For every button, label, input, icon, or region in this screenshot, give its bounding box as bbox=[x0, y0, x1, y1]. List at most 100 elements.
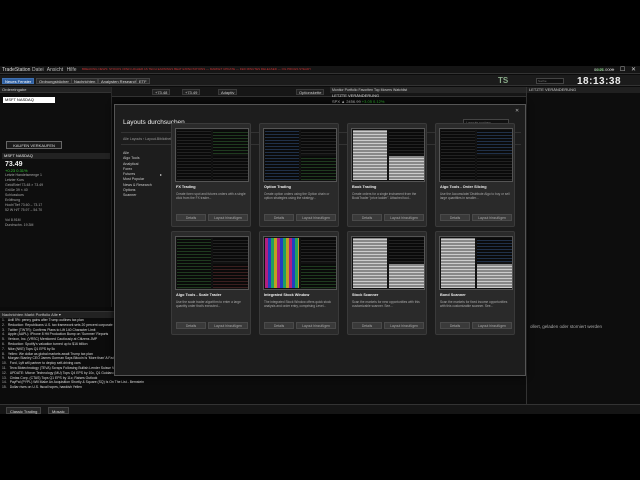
close-icon[interactable]: ✕ bbox=[515, 108, 519, 114]
layout-card-bond-scanner[interactable]: Bond Scanner Scan the markets for fixed i… bbox=[435, 231, 515, 335]
news-headline: Apple (AAPL): iPhone 8 Hit Production Bu… bbox=[7, 332, 109, 337]
layout-title: Algo Tools - Scale Trader bbox=[176, 293, 222, 297]
add-layout-button[interactable]: Layout hinzufügen bbox=[208, 322, 248, 329]
news-item-index: 1. bbox=[2, 318, 5, 322]
news-ticker: BREAKING NEWS: STOCKS OPEN HIGHER AS TEC… bbox=[82, 67, 312, 71]
new-window-button[interactable]: Neues Fenster bbox=[2, 78, 35, 84]
news-item-index: 10. bbox=[2, 361, 7, 366]
layout-title: Book Trading bbox=[352, 185, 377, 189]
right-panel-header: LETZTE VERÄNDERUNG bbox=[527, 87, 640, 93]
news-headline: Verizon, Inc. (VRSC) Mentioned Cautiousl… bbox=[7, 337, 98, 342]
news-item-index: 7. bbox=[2, 346, 5, 351]
layout-thumbnail bbox=[175, 236, 249, 290]
add-layout-button[interactable]: Layout hinzufügen bbox=[296, 214, 336, 221]
layout-tabs: Classic Trading Mosaic bbox=[0, 404, 640, 414]
category-label: Alle bbox=[123, 151, 129, 155]
bid-chip[interactable]: +73.48 bbox=[152, 89, 171, 95]
etf-button[interactable]: ETF bbox=[136, 78, 150, 84]
quote-row: Durchschn. 19.3M bbox=[5, 223, 34, 227]
browse-layouts-dialog: Layouts durchsuchen Layouts suchen ✕ All… bbox=[114, 104, 526, 376]
adaptive-dropdown[interactable]: Adaptiv bbox=[218, 89, 238, 95]
title-bar: TradeStation Datei Ansicht Hilfe BREAKIN… bbox=[0, 66, 640, 74]
trading-workstation: TradeStation Datei Ansicht Hilfe BREAKIN… bbox=[0, 66, 640, 414]
details-button[interactable]: Details bbox=[352, 214, 382, 221]
layout-description: Scan the markets for new opportunities w… bbox=[352, 300, 420, 309]
category-label: News & Research bbox=[123, 182, 152, 187]
orders-info-text: ollert, geladen oder storniert werden bbox=[530, 324, 603, 329]
layout-card-algo-tools-order-slicing[interactable]: Algo Tools - Order Slicing Use the Accumu… bbox=[435, 123, 515, 227]
details-button[interactable]: Details bbox=[264, 214, 294, 221]
layout-card-integrated-stock-window[interactable]: Integrated Stock Window The integrated St… bbox=[259, 231, 339, 335]
ask-chip[interactable]: +73.49 bbox=[182, 89, 201, 95]
quote-panel: MSFT NASDAQ 73.49 +0.23 0.31% Letzte Han… bbox=[2, 153, 110, 228]
layout-card-book-trading[interactable]: Book Trading Create orders for a single i… bbox=[347, 123, 427, 227]
news-item-index: 13. bbox=[2, 375, 7, 380]
layout-card-algo-tools-scale-trader[interactable]: Algo Tools - Scale Trader Use the scale t… bbox=[171, 231, 251, 335]
news-headline: Nike (NKE) Tops Q1 EPS by 5c bbox=[7, 346, 56, 351]
news-item-index: 2. bbox=[2, 322, 5, 327]
clock: 18:13:38 bbox=[577, 76, 622, 87]
news-headline: Reduction: Republicans U.S. tax framewor… bbox=[7, 322, 120, 327]
order-books-button[interactable]: Ordnungsbücher bbox=[36, 78, 72, 84]
layout-thumbnail bbox=[439, 128, 513, 182]
symbol-input[interactable]: MSFT NASDAQ bbox=[3, 97, 55, 103]
global-search-input[interactable]: Suche bbox=[536, 78, 564, 84]
category-label: Algo Tools bbox=[123, 156, 140, 161]
app-logo: TS bbox=[498, 76, 509, 85]
news-item[interactable]: 15. Dollar rises on U.S. fiscal hopes, ha… bbox=[2, 385, 302, 390]
news-headline: Reduction: Spotify's valuation turned up… bbox=[7, 341, 88, 346]
main-menu[interactable]: Datei Ansicht Hilfe bbox=[32, 67, 77, 73]
layout-description: Use the scale trader algorithm to enter … bbox=[176, 300, 241, 309]
news-item-index: 4. bbox=[2, 332, 5, 337]
letterbox-top bbox=[0, 0, 640, 66]
analyst-research-button[interactable]: Analysten Research bbox=[98, 78, 140, 84]
breadcrumb[interactable]: Alle Layouts › Layout-Bibliothek bbox=[123, 137, 172, 141]
news-headline: Cintas Corp. (CTAS) Tops Q1 EPS by 11c; … bbox=[9, 375, 98, 380]
window-controls[interactable]: – ☐ ✕ bbox=[611, 66, 638, 73]
layout-title: FX Trading bbox=[176, 185, 196, 189]
category-scanner[interactable]: Scanner bbox=[123, 193, 169, 198]
letterbox-bottom bbox=[0, 414, 640, 480]
news-button[interactable]: Nachrichten bbox=[71, 78, 99, 84]
buy-sell-button[interactable]: KAUFEN VERKAUFEN bbox=[6, 141, 62, 149]
layout-card-option-trading[interactable]: Option Trading Create option orders using… bbox=[259, 123, 339, 227]
layout-card-stock-scanner[interactable]: Stock Scanner Scan the markets for new op… bbox=[347, 231, 427, 335]
news-item-index: 3. bbox=[2, 327, 5, 332]
add-layout-button[interactable]: Layout hinzufügen bbox=[208, 214, 248, 221]
layout-title: Integrated Stock Window bbox=[264, 293, 310, 297]
details-button[interactable]: Details bbox=[264, 322, 294, 329]
news-headline: Yellen: We dollar as global markets awai… bbox=[7, 351, 93, 356]
news-headline: Twitter (TWTR): Confirms Plans to Lift 1… bbox=[7, 327, 96, 332]
add-layout-button[interactable]: Layout hinzufügen bbox=[384, 322, 424, 329]
layout-card-fx-trading[interactable]: FX Trading Create forex spot and futures … bbox=[171, 123, 251, 227]
news-item-index: 14. bbox=[2, 380, 7, 385]
news-item-index: 6. bbox=[2, 341, 5, 346]
tab-mosaic[interactable]: Mosaic bbox=[48, 407, 69, 414]
order-entry-panel: Ordereingabe MSFT NASDAQ KAUFEN VERKAUFE… bbox=[0, 87, 112, 307]
category-label: Analytical bbox=[123, 161, 139, 166]
layout-thumbnail bbox=[263, 128, 337, 182]
category-label: Options bbox=[123, 188, 136, 193]
option-chain-button[interactable]: Optionskette bbox=[296, 89, 325, 95]
tab-classic-trading[interactable]: Classic Trading bbox=[6, 407, 42, 414]
layout-description: Scan the markets for fixed income opport… bbox=[440, 300, 508, 309]
news-item-index: 5. bbox=[2, 337, 5, 342]
details-button[interactable]: Details bbox=[440, 322, 470, 329]
news-headline: Ford, Lyft will partner to deploy self-d… bbox=[9, 361, 81, 366]
layout-description: Create forex spot and futures orders wit… bbox=[176, 192, 246, 201]
category-label: Most Popular bbox=[123, 177, 145, 182]
layout-thumbnail bbox=[351, 128, 425, 182]
add-layout-button[interactable]: Layout hinzufügen bbox=[296, 322, 336, 329]
layout-title: Option Trading bbox=[264, 185, 291, 189]
quote-last-price: 73.49 bbox=[5, 161, 23, 168]
add-layout-button[interactable]: Layout hinzufügen bbox=[384, 214, 424, 221]
add-layout-button[interactable]: Layout hinzufügen bbox=[472, 214, 512, 221]
details-button[interactable]: Details bbox=[176, 322, 206, 329]
news-headline: Axill 5%: penny gains after Trump outlin… bbox=[7, 318, 84, 322]
details-button[interactable]: Details bbox=[352, 322, 382, 329]
news-item-index: 12. bbox=[2, 370, 7, 375]
details-button[interactable]: Details bbox=[176, 214, 206, 221]
add-layout-button[interactable]: Layout hinzufügen bbox=[472, 322, 512, 329]
details-button[interactable]: Details bbox=[440, 214, 470, 221]
layout-title: Bond Scanner bbox=[440, 293, 466, 297]
